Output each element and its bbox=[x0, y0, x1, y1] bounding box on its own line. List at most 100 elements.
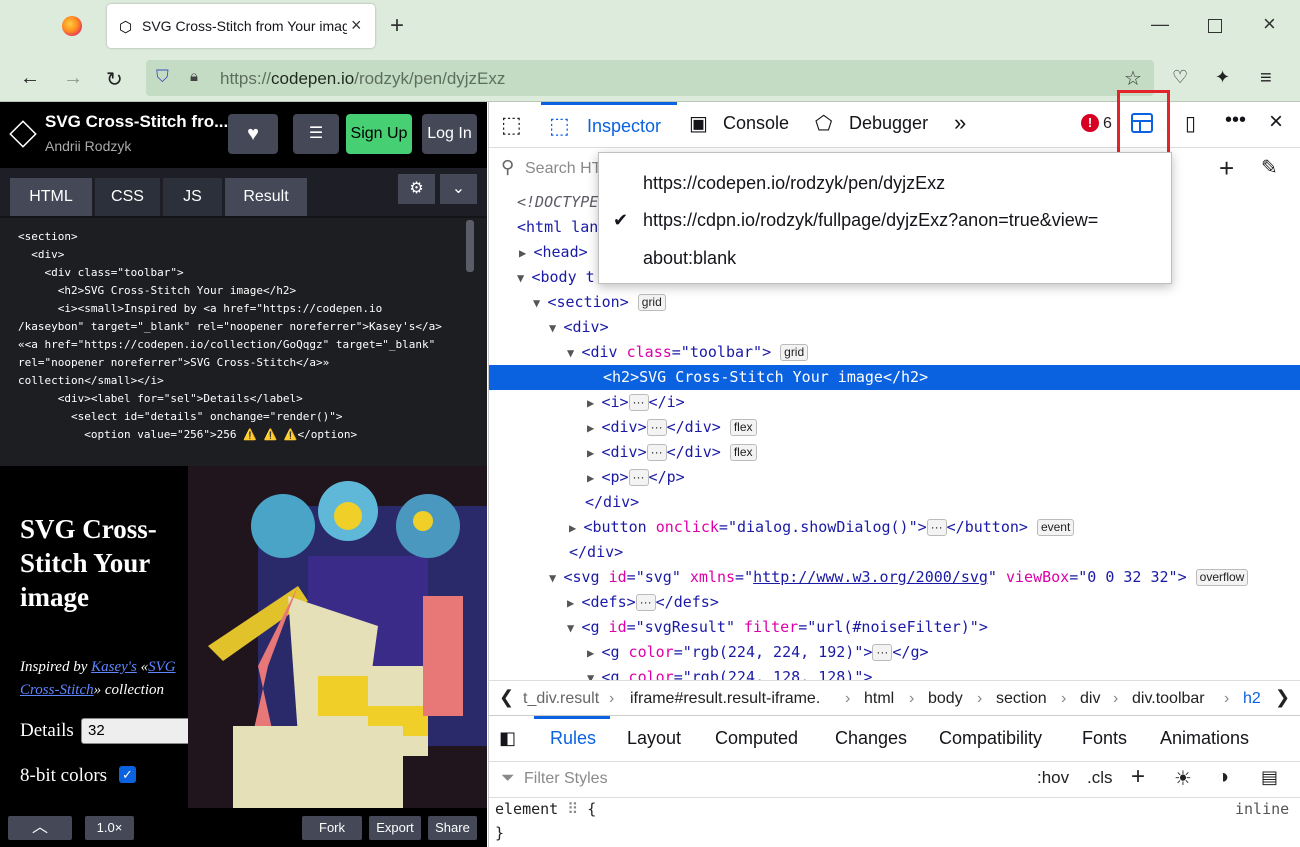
breadcrumb-item[interactable]: section bbox=[996, 690, 1047, 708]
tree-row[interactable]: ▼ <g color="rgb(224, 128, 128)"> bbox=[489, 665, 1300, 680]
responsive-design-icon[interactable]: ▯ bbox=[1185, 111, 1196, 136]
rule-selector[interactable]: element ⠿ { bbox=[495, 800, 596, 818]
breadcrumb-scroll-left-icon[interactable]: ❮ bbox=[499, 687, 514, 708]
code-scrollbar[interactable] bbox=[466, 220, 474, 272]
menu-item-selected[interactable]: ✔ https://cdpn.io/rodzyk/fullpage/dyjzExz… bbox=[599, 201, 1171, 239]
tree-row[interactable]: ▶ <defs> ··· </defs> bbox=[489, 590, 1300, 615]
share-button[interactable]: Share bbox=[428, 816, 477, 840]
tree-row[interactable]: ▼ <div class="toolbar"> grid bbox=[489, 340, 1300, 365]
grid-badge[interactable]: grid bbox=[780, 344, 809, 361]
tab-inspector[interactable]: ⬚ Inspector bbox=[541, 102, 677, 148]
kasey-link[interactable]: Kasey's bbox=[91, 659, 137, 675]
breadcrumb-item[interactable]: t_div.result bbox=[523, 690, 599, 708]
grid-badge[interactable]: grid bbox=[637, 294, 666, 311]
tree-row-selected[interactable]: <h2>SVG Cross-Stitch Your image</h2> bbox=[489, 365, 1300, 390]
more-options-icon[interactable]: ••• bbox=[1225, 109, 1246, 132]
tree-row[interactable]: ▶ <div> ··· </div> flex bbox=[489, 440, 1300, 465]
light-scheme-icon[interactable]: ☀ bbox=[1174, 766, 1192, 791]
tree-row[interactable]: </div> bbox=[489, 490, 1300, 515]
firefox-logo-icon[interactable] bbox=[62, 16, 82, 36]
flex-badge[interactable]: flex bbox=[729, 444, 757, 461]
url-bar[interactable]: ⛉ 🔒︎ https://codepen.io/rodzyk/pen/dyjzE… bbox=[146, 60, 1154, 96]
fork-button[interactable]: Fork bbox=[302, 816, 362, 840]
filter-styles-input[interactable]: Filter Styles bbox=[524, 770, 608, 788]
error-icon[interactable]: ! bbox=[1081, 114, 1099, 132]
tab-result[interactable]: Result bbox=[225, 178, 307, 216]
collections-button[interactable]: ☰ bbox=[293, 114, 339, 154]
expand-icon[interactable]: ▶ bbox=[519, 246, 533, 260]
breadcrumb-item-current[interactable]: h2 bbox=[1243, 690, 1261, 708]
sign-up-button[interactable]: Sign Up bbox=[346, 114, 412, 154]
tree-row[interactable]: </div> bbox=[489, 540, 1300, 565]
heart-button[interactable]: ♥ bbox=[228, 114, 278, 154]
back-icon[interactable]: ← bbox=[20, 67, 40, 90]
breadcrumb-item[interactable]: body bbox=[928, 690, 963, 708]
pocket-icon[interactable]: ♡ bbox=[1172, 67, 1188, 88]
error-count[interactable]: 6 bbox=[1103, 115, 1112, 133]
extensions-icon[interactable]: ✦ bbox=[1215, 67, 1230, 88]
shield-icon[interactable]: ⛉ bbox=[156, 67, 169, 87]
tab-changes[interactable]: Changes bbox=[835, 728, 907, 749]
pen-author[interactable]: Andrii Rodzyk bbox=[45, 138, 131, 154]
tab-debugger[interactable]: Debugger bbox=[849, 113, 928, 134]
tab-computed[interactable]: Computed bbox=[715, 728, 798, 749]
menu-item[interactable]: about:blank bbox=[599, 239, 1171, 277]
overflow-badge[interactable]: overflow bbox=[1195, 569, 1249, 586]
breadcrumb-item[interactable]: html bbox=[864, 690, 894, 708]
tree-row[interactable]: ▼ <section> grid bbox=[489, 290, 1300, 315]
log-in-button[interactable]: Log In bbox=[422, 114, 477, 154]
tab-js[interactable]: JS bbox=[163, 178, 222, 216]
url-text[interactable]: https://codepen.io/rodzyk/pen/dyjzExz bbox=[220, 69, 505, 89]
tab-rules[interactable]: Rules bbox=[534, 716, 610, 762]
tab-css[interactable]: CSS bbox=[95, 178, 160, 216]
menu-icon[interactable]: ≡ bbox=[1260, 67, 1272, 90]
cls-toggle[interactable]: .cls bbox=[1087, 768, 1113, 788]
tab-compatibility[interactable]: Compatibility bbox=[939, 728, 1042, 749]
tree-row[interactable]: ▶ <p> ··· </p> bbox=[489, 465, 1300, 490]
tab-console[interactable]: Console bbox=[723, 113, 789, 134]
dark-scheme-icon[interactable]: ◑ bbox=[1217, 766, 1229, 789]
breadcrumb-scroll-right-icon[interactable]: ❯ bbox=[1275, 687, 1290, 708]
iframe-picker-icon[interactable] bbox=[1131, 113, 1153, 133]
toggle-sidebar-icon[interactable]: ◧ bbox=[499, 728, 516, 749]
lock-icon[interactable]: 🔒︎ bbox=[190, 68, 198, 85]
event-badge[interactable]: event bbox=[1036, 519, 1075, 536]
reload-icon[interactable]: ↻ bbox=[106, 67, 123, 92]
tree-row[interactable]: ▶ <i> ··· </i> bbox=[489, 390, 1300, 415]
close-tab-icon[interactable]: × bbox=[351, 15, 362, 36]
tab-fonts[interactable]: Fonts bbox=[1082, 728, 1127, 749]
zoom-button[interactable]: 1.0× bbox=[85, 816, 134, 840]
collapse-icon[interactable]: ▼ bbox=[517, 271, 531, 285]
element-picker-icon[interactable]: ⬚ bbox=[501, 112, 522, 138]
tree-row[interactable]: ▼ <g id="svgResult" filter="url(#noiseFi… bbox=[489, 615, 1300, 640]
add-rule-icon[interactable]: + bbox=[1131, 763, 1145, 791]
breadcrumb-item[interactable]: iframe#result.result-iframe. bbox=[630, 690, 820, 708]
add-node-icon[interactable]: + bbox=[1219, 153, 1234, 184]
chevron-down-button[interactable]: ⌄ bbox=[440, 174, 477, 204]
tree-row[interactable]: ▼ <div> bbox=[489, 315, 1300, 340]
eightbit-checkbox[interactable]: ✓ bbox=[119, 766, 136, 783]
flex-badge[interactable]: flex bbox=[729, 419, 757, 436]
settings-button[interactable]: ⚙ bbox=[398, 174, 435, 204]
close-devtools-icon[interactable]: × bbox=[1269, 108, 1283, 136]
new-tab-icon[interactable]: + bbox=[390, 12, 404, 40]
tree-row[interactable]: ▶ <g color="rgb(224, 224, 192)"> ··· </g> bbox=[489, 640, 1300, 665]
hov-toggle[interactable]: :hov bbox=[1037, 768, 1069, 788]
tree-row[interactable]: ▶ <button onclick="dialog.showDialog()">… bbox=[489, 515, 1300, 540]
breadcrumb-item[interactable]: div.toolbar bbox=[1132, 690, 1205, 708]
close-window-icon[interactable]: × bbox=[1263, 11, 1276, 37]
maximize-icon[interactable] bbox=[1208, 19, 1222, 33]
print-simulation-icon[interactable]: ▤ bbox=[1261, 767, 1278, 788]
export-button[interactable]: Export bbox=[369, 816, 421, 840]
tree-row[interactable]: ▶ <div> ··· </div> flex bbox=[489, 415, 1300, 440]
codepen-logo-icon[interactable] bbox=[9, 120, 37, 148]
bookmark-star-icon[interactable]: ☆ bbox=[1124, 66, 1142, 91]
collapse-button[interactable]: ︿ bbox=[8, 816, 72, 840]
eyedropper-icon[interactable]: ✎ bbox=[1261, 155, 1278, 180]
tree-row[interactable]: ▼ <svg id="svg" xmlns="http://www.w3.org… bbox=[489, 565, 1300, 590]
breadcrumb-item[interactable]: div bbox=[1080, 690, 1100, 708]
forward-icon[interactable]: → bbox=[63, 67, 83, 90]
tab-layout[interactable]: Layout bbox=[627, 728, 681, 749]
menu-item[interactable]: https://codepen.io/rodzyk/pen/dyjzExz bbox=[599, 164, 1171, 202]
tab-html[interactable]: HTML bbox=[10, 178, 92, 216]
